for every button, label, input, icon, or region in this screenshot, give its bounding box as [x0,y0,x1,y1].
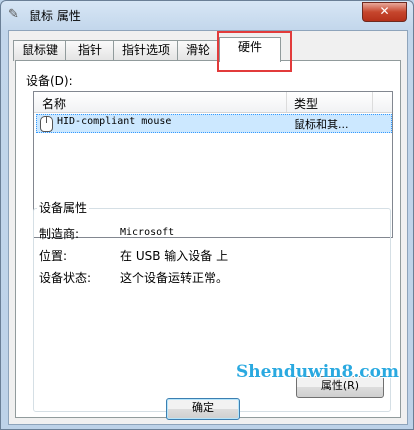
manufacturer-value: Microsoft [120,227,175,238]
site-watermark: Shenduwin8.com [236,362,399,382]
hardware-tab-highlight-box [217,31,292,72]
device-name: HID-compliant mouse [57,116,172,127]
mouse-icon: ✎ [8,7,19,22]
device-row[interactable]: HID-compliant mouse 鼠标和其... [36,114,392,133]
tab-wheel[interactable]: 滑轮 [177,40,219,61]
tab-pointers[interactable]: 指针 [65,40,115,61]
device-properties-title: 设备属性 [37,199,90,216]
device-status-value: 这个设备运转正常。 [120,271,229,285]
ok-button[interactable]: 确定 [166,398,240,420]
location-value: 在 USB 输入设备 上 [120,249,229,263]
column-header-type[interactable]: 类型 [294,95,318,112]
manufacturer-label: 制造商: [39,227,80,241]
device-list-header: 名称 类型 [34,92,392,113]
tab-buttons[interactable]: 鼠标键 [13,40,67,61]
column-header-name[interactable]: 名称 [42,95,66,112]
devices-label: 设备(D): [26,74,73,88]
tab-pointer-options[interactable]: 指针选项 [113,40,179,61]
title-bar[interactable]: ✎ 鼠标 属性 ✕ [1,1,413,29]
close-button[interactable]: ✕ [362,2,407,22]
location-label: 位置: [39,249,68,263]
device-type: 鼠标和其... [294,118,349,131]
window-title: 鼠标 属性 [29,9,81,23]
column-divider [286,92,287,112]
column-divider [372,92,373,112]
device-status-label: 设备状态: [39,271,92,285]
mouse-device-icon [40,116,53,132]
